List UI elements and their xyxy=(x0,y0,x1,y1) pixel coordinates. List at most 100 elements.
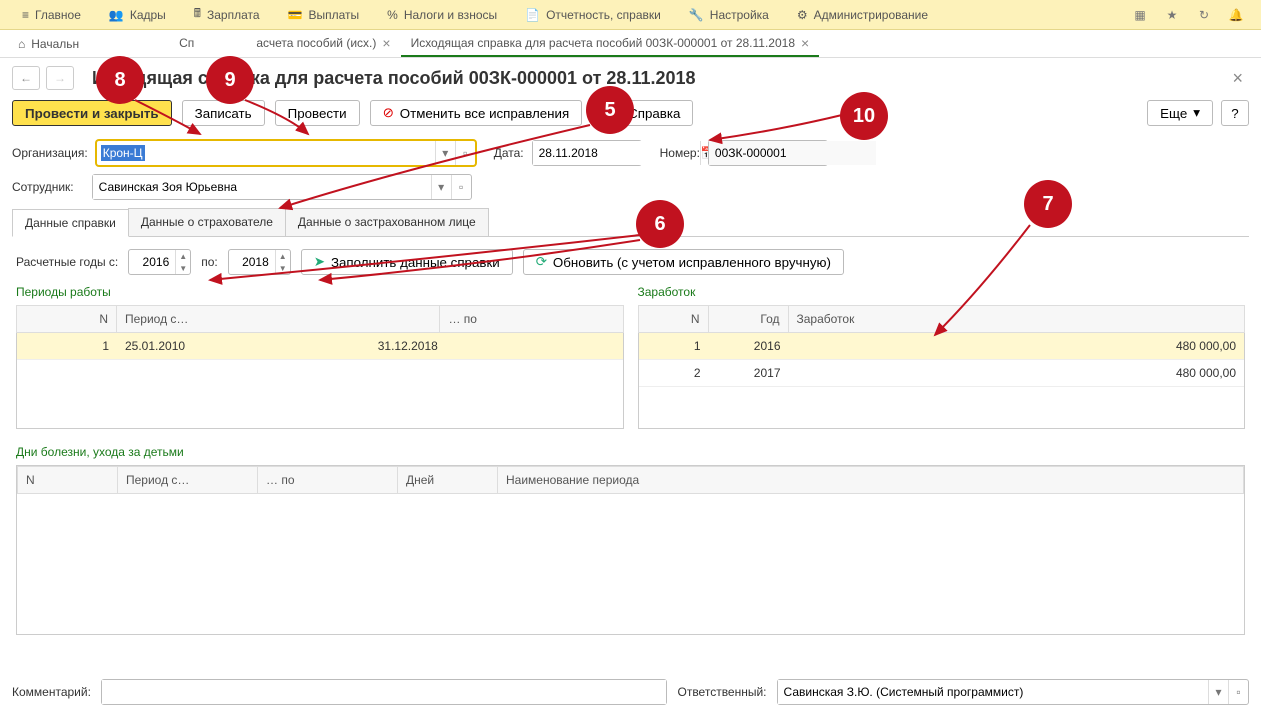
open-icon[interactable]: ▫ xyxy=(451,175,471,199)
dropdown-icon[interactable]: ▾ xyxy=(431,175,451,199)
close-icon[interactable]: × xyxy=(382,35,390,51)
employee-input-combo[interactable]: ▾ ▫ xyxy=(92,174,472,200)
tab-insured-data[interactable]: Данные о застрахованном лице xyxy=(285,208,489,236)
footer-row: Комментарий: Ответственный: ▾ ▫ xyxy=(12,679,1249,705)
menu-label: Настройка xyxy=(710,8,769,22)
year-to-field[interactable] xyxy=(229,255,275,269)
spin-up-icon[interactable]: ▲ xyxy=(176,250,190,262)
responsible-input-combo[interactable]: ▾ ▫ xyxy=(777,679,1249,705)
responsible-input[interactable] xyxy=(778,680,1208,704)
org-input[interactable]: Крон-Ц xyxy=(97,146,435,160)
menu-reports[interactable]: 📄 Отчетность, справки xyxy=(511,0,675,29)
nav-back-button[interactable]: ← xyxy=(12,66,40,90)
col-from: Период с… xyxy=(118,467,258,494)
menu-admin[interactable]: ⚙ Администрирование xyxy=(783,0,942,29)
button-label: Справка xyxy=(628,106,680,121)
spin-down-icon[interactable]: ▼ xyxy=(276,262,290,274)
breadcrumb-tab-current[interactable]: Исходящая справка для расчета пособий 00… xyxy=(401,31,820,57)
org-input-combo[interactable]: Крон-Ц ▾ ▫ xyxy=(96,140,476,166)
more-button[interactable]: Еще ▾ xyxy=(1147,100,1213,126)
sick-section: Дни болезни, ухода за детьми N Период с…… xyxy=(16,445,1245,635)
spin-up-icon[interactable]: ▲ xyxy=(276,250,290,262)
arrow-right-icon: ➤ xyxy=(314,254,325,270)
cell-n: 1 xyxy=(17,333,117,360)
menu-salary[interactable]: 🖩 Зарплата xyxy=(180,0,274,29)
dropdown-icon[interactable]: ▾ xyxy=(435,141,455,165)
write-button[interactable]: Записать xyxy=(182,100,265,126)
button-label: Еще xyxy=(1160,106,1187,121)
menu-payments[interactable]: 💳 Выплаты xyxy=(274,0,374,29)
sick-table[interactable]: N Период с… … по Дней Наименование перио… xyxy=(17,466,1244,494)
periods-title: Периоды работы xyxy=(16,285,624,299)
menu-settings[interactable]: 🔧 Настройка xyxy=(675,0,783,29)
star-icon[interactable]: ★ xyxy=(1163,6,1181,24)
breadcrumb-home[interactable]: ⌂ Начальн xyxy=(8,33,89,57)
comment-input-combo[interactable] xyxy=(101,679,668,705)
close-icon[interactable]: × xyxy=(801,35,809,51)
tab-insurer-data[interactable]: Данные о страхователе xyxy=(128,208,286,236)
table-row[interactable]: 2 2017 480 000,00 xyxy=(639,360,1245,387)
table-row[interactable]: 1 25.01.2010 31.12.2018 xyxy=(17,333,623,360)
earnings-title: Заработок xyxy=(638,285,1246,299)
year-from-field[interactable] xyxy=(129,255,175,269)
cancel-corrections-button[interactable]: ⊘ Отменить все исправления xyxy=(370,100,583,126)
menu-label: Кадры xyxy=(130,8,166,22)
wrench-icon: 🔧 xyxy=(689,8,704,22)
number-label: Номер: xyxy=(660,146,700,160)
col-from: Период с… xyxy=(117,306,440,333)
number-input xyxy=(709,141,876,165)
button-label: Заполнить данные справки xyxy=(331,255,500,270)
col-name: Наименование периода xyxy=(498,467,1244,494)
refresh-button[interactable]: ⟳ Обновить (с учетом исправленного вручн… xyxy=(523,249,844,275)
year-from-input[interactable]: ▲▼ xyxy=(128,249,191,275)
earnings-column: Заработок N Год Заработок 1 20 xyxy=(638,285,1246,435)
annotation-6: 6 xyxy=(636,200,684,248)
calculator-icon: 🖩 xyxy=(194,4,201,25)
dropdown-icon[interactable]: ▾ xyxy=(1208,680,1228,704)
close-page-button[interactable]: × xyxy=(1226,68,1249,89)
col-n: N xyxy=(18,467,118,494)
menu-taxes[interactable]: % Налоги и взносы xyxy=(373,0,511,29)
menu-hr[interactable]: 👥 Кадры xyxy=(95,0,180,29)
chevron-down-icon: ▾ xyxy=(1193,105,1200,121)
cancel-icon: ⊘ xyxy=(383,105,394,121)
employee-input[interactable] xyxy=(93,175,431,199)
cell-year: 2017 xyxy=(709,360,789,387)
menu-label: Выплаты xyxy=(309,8,360,22)
history-icon[interactable]: ↻ xyxy=(1195,6,1213,24)
col-days: Дней xyxy=(398,467,498,494)
menu-label: Администрирование xyxy=(814,8,928,22)
earnings-table[interactable]: N Год Заработок xyxy=(638,305,1246,333)
tab-reference-data[interactable]: Данные справки xyxy=(12,209,129,237)
date-input-combo[interactable]: 📅 xyxy=(532,140,642,166)
breadcrumb-label: Начальн xyxy=(31,37,79,51)
comment-input[interactable] xyxy=(102,680,667,704)
menu-main[interactable]: ≡ Главное xyxy=(8,0,95,29)
year-to-input[interactable]: ▲▼ xyxy=(228,249,291,275)
apps-icon[interactable]: ▦ xyxy=(1131,6,1149,24)
col-n: N xyxy=(638,306,708,333)
date-label: Дата: xyxy=(494,146,524,160)
cell-amount: 480 000,00 xyxy=(789,360,1245,387)
post-and-close-button[interactable]: Провести и закрыть xyxy=(12,100,172,126)
breadcrumb-bar: ⌂ Начальн Сп асчета пособий (исх.) × Исх… xyxy=(0,30,1261,58)
col-n: N xyxy=(17,306,117,333)
bell-icon[interactable]: 🔔 xyxy=(1227,6,1245,24)
page-content: ← → Исходящая справка для расчета пособи… xyxy=(0,58,1261,655)
fill-reference-button[interactable]: ➤ Заполнить данные справки xyxy=(301,249,513,275)
people-icon: 👥 xyxy=(109,8,124,22)
periods-table[interactable]: N Период с… … по xyxy=(16,305,624,333)
annotation-8: 8 xyxy=(96,56,144,104)
table-row[interactable]: 1 2016 480 000,00 xyxy=(639,333,1245,360)
breadcrumb-tab-list[interactable]: Сп асчета пособий (исх.) × xyxy=(169,31,400,57)
tables-two-col: Периоды работы N Период с… … по 1 xyxy=(16,285,1245,435)
form-row-org: Организация: Крон-Ц ▾ ▫ Дата: 📅 Номер: xyxy=(12,140,1249,166)
sick-title: Дни болезни, ухода за детьми xyxy=(16,445,1245,459)
document-icon: 📄 xyxy=(525,8,540,22)
spin-down-icon[interactable]: ▼ xyxy=(176,262,190,274)
open-icon[interactable]: ▫ xyxy=(1228,680,1248,704)
help-button[interactable]: ? xyxy=(1221,100,1249,126)
open-icon[interactable]: ▫ xyxy=(455,141,475,165)
post-button[interactable]: Провести xyxy=(275,100,360,126)
nav-forward-button[interactable]: → xyxy=(46,66,74,90)
